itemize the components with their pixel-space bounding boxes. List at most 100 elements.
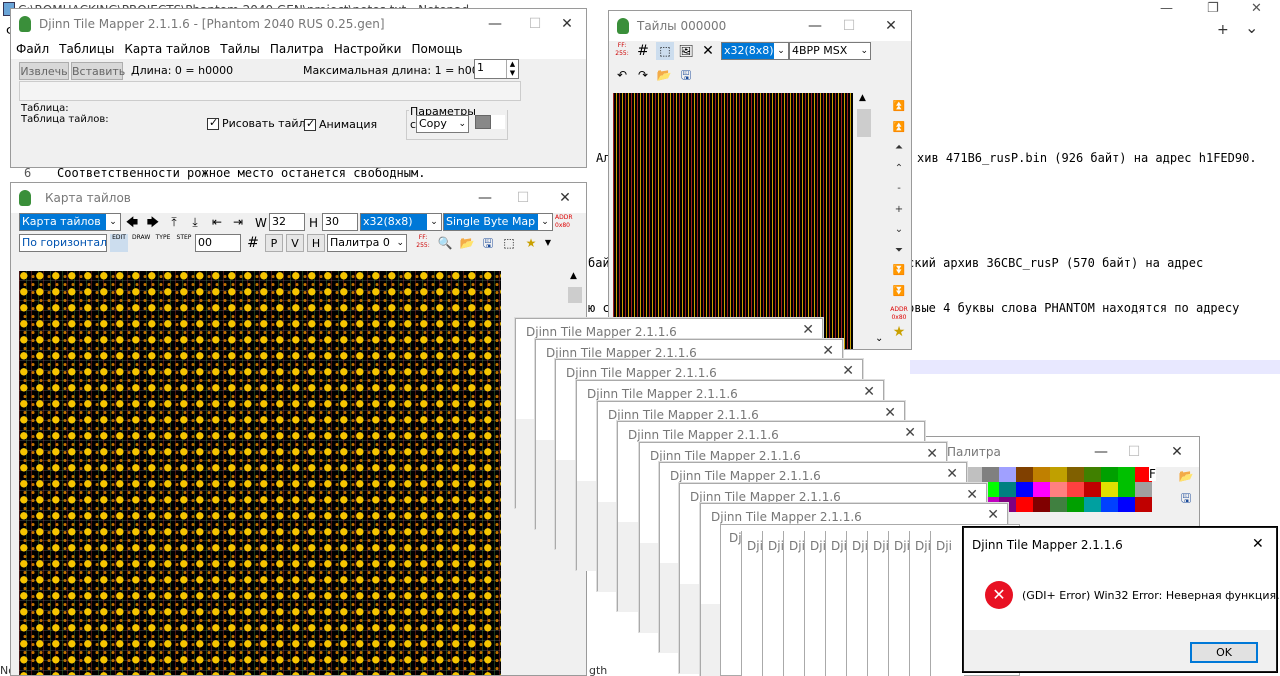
scroll-up-icon[interactable]: ▲ bbox=[570, 271, 577, 281]
draw-icon[interactable]: DRAW bbox=[132, 234, 150, 252]
palette-swatch[interactable] bbox=[1118, 467, 1135, 482]
palette-maximize-icon[interactable]: ☐ bbox=[1120, 442, 1148, 462]
extract-button[interactable]: Извлечь bbox=[19, 62, 69, 80]
nav-bottom-icon[interactable]: ⏬ bbox=[889, 282, 909, 303]
arrow-home-icon[interactable]: ⇤ bbox=[208, 213, 226, 231]
nav-down-fast-icon[interactable]: ⏷ bbox=[889, 241, 909, 262]
tiles-scrollbar[interactable]: ▲ bbox=[855, 93, 873, 349]
tiles-scroll-down-icon[interactable]: ⌄ bbox=[875, 333, 883, 344]
tilemap-maximize-icon[interactable]: ☐ bbox=[509, 188, 537, 208]
palette-swatch[interactable] bbox=[1101, 467, 1118, 482]
draw-tile-checkbox[interactable]: Рисовать тайл bbox=[207, 116, 306, 130]
palette-swatch[interactable] bbox=[1118, 482, 1135, 497]
tilemap-close-icon[interactable]: ✕ bbox=[551, 188, 579, 208]
nav-down-icon[interactable]: ⌄ bbox=[889, 220, 909, 241]
redo-icon[interactable]: ↷ bbox=[634, 66, 652, 84]
nav-pageup-icon[interactable]: ⏫ bbox=[889, 118, 909, 139]
main-minimize-icon[interactable]: — bbox=[481, 14, 509, 34]
menu-settings[interactable]: Настройки bbox=[329, 39, 407, 59]
stacked-close-icon-10[interactable]: ✕ bbox=[987, 507, 999, 523]
palette-swatch[interactable] bbox=[1033, 482, 1050, 497]
tiles-close-icon[interactable]: ✕ bbox=[877, 16, 905, 36]
tiles-ff-icon[interactable]: FF: 255: bbox=[613, 42, 631, 60]
tilemap-source-select[interactable]: Карта тайлов ⌄ bbox=[19, 213, 121, 231]
search-icon[interactable]: 🔍 bbox=[436, 234, 454, 252]
palette-swatch[interactable] bbox=[1016, 497, 1033, 512]
nav-star-icon[interactable]: ★ bbox=[889, 322, 909, 343]
count-spinner[interactable]: 1 ▲ ▼ bbox=[474, 59, 519, 79]
menu-help[interactable]: Помощь bbox=[406, 39, 467, 59]
main-maximize-icon[interactable]: ☐ bbox=[521, 14, 549, 34]
tiles-minimize-icon[interactable]: — bbox=[801, 16, 829, 36]
star-icon[interactable]: ★ bbox=[522, 234, 540, 252]
arrow-up-icon[interactable]: ⤒ bbox=[165, 213, 183, 231]
arrow-left-icon[interactable]: 🡄 bbox=[123, 213, 141, 231]
menu-tiles[interactable]: Тайлы bbox=[215, 39, 265, 59]
selection-icon[interactable]: ⬚ bbox=[500, 234, 518, 252]
h-button[interactable]: H bbox=[307, 234, 325, 252]
palette-swatch[interactable] bbox=[999, 482, 1016, 497]
tiles-format-select[interactable]: 4BPP MSX ⌄ bbox=[789, 42, 871, 60]
nav-top-icon[interactable]: ⏫ bbox=[889, 97, 909, 118]
orientation-select[interactable]: По горизонтали bbox=[19, 234, 107, 252]
nav-up-icon[interactable]: ⌃ bbox=[889, 159, 909, 180]
nav-addr-icon[interactable]: ADDR 0x80 bbox=[889, 302, 909, 322]
nav-minus-icon[interactable]: - bbox=[889, 179, 909, 200]
arrow-down-icon[interactable]: ⤓ bbox=[186, 213, 204, 231]
tiles-maximize-icon[interactable]: ☐ bbox=[835, 16, 863, 36]
palette-swatch[interactable] bbox=[1033, 497, 1050, 512]
open-folder-icon[interactable]: 📂 bbox=[458, 234, 476, 252]
step-field[interactable]: 00 bbox=[195, 234, 241, 252]
main-close-icon[interactable]: ✕ bbox=[553, 14, 581, 34]
width-field[interactable]: 32 bbox=[269, 213, 305, 231]
v-button[interactable]: V bbox=[286, 234, 304, 252]
stacked-close-icon-6[interactable]: ✕ bbox=[904, 425, 916, 441]
tiles-size-select[interactable]: x32(8x8) ⌄ bbox=[721, 42, 789, 60]
step-icon[interactable]: STEP bbox=[175, 234, 193, 252]
arrow-right-icon[interactable]: 🡆 bbox=[144, 213, 162, 231]
palette-swatch[interactable] bbox=[1101, 497, 1118, 512]
type-icon[interactable]: TYPE bbox=[154, 234, 172, 252]
palette-swatch[interactable] bbox=[1084, 482, 1101, 497]
palette-swatch[interactable] bbox=[1118, 497, 1135, 512]
scroll-thumb[interactable] bbox=[568, 287, 582, 303]
save-icon[interactable]: 🖫 bbox=[479, 234, 497, 252]
insert-button[interactable]: Вставить bbox=[71, 62, 125, 80]
addr-icon[interactable]: ADDR 0x80 bbox=[555, 214, 573, 230]
palette-swatch[interactable] bbox=[1067, 467, 1084, 482]
p-button[interactable]: P bbox=[265, 234, 283, 252]
palette-swatch[interactable] bbox=[1135, 482, 1152, 497]
ff-icon[interactable]: FF: 255: bbox=[414, 234, 432, 252]
nav-plus-icon[interactable]: + bbox=[889, 200, 909, 221]
grid-mode-select[interactable]: Copy ⌄ bbox=[416, 115, 469, 133]
palette-swatch[interactable] bbox=[1016, 482, 1033, 497]
tiles-grid-icon[interactable]: # bbox=[634, 42, 652, 60]
palette-swatch[interactable] bbox=[1135, 497, 1152, 512]
menu-tables[interactable]: Таблицы bbox=[54, 39, 119, 59]
stacked-close-icon-7[interactable]: ✕ bbox=[926, 446, 938, 462]
grid-color-swatch[interactable] bbox=[475, 115, 491, 129]
notepad-minimize-icon[interactable]: — bbox=[1160, 1, 1173, 16]
tiles-scroll-thumb[interactable] bbox=[857, 109, 871, 137]
grid-color-swatch-2[interactable] bbox=[491, 115, 505, 129]
palette-swatch[interactable] bbox=[1050, 482, 1067, 497]
arrow-end-icon[interactable]: ⇥ bbox=[229, 213, 247, 231]
palette-minimize-icon[interactable]: — bbox=[1087, 442, 1115, 462]
palette-select[interactable]: Палитра 0 ⌄ bbox=[327, 234, 407, 252]
palette-swatch[interactable] bbox=[1067, 497, 1084, 512]
palette-swatch[interactable] bbox=[999, 467, 1016, 482]
animation-checkbox[interactable]: Анимация bbox=[304, 117, 377, 131]
notepad-plus-icon[interactable]: + bbox=[1217, 22, 1229, 38]
tilemap-minimize-icon[interactable]: — bbox=[471, 188, 499, 208]
nav-pagedown-icon[interactable]: ⏬ bbox=[889, 261, 909, 282]
stacked-close-icon-1[interactable]: ✕ bbox=[802, 322, 814, 338]
palette-swatch[interactable] bbox=[1033, 467, 1050, 482]
nav-up-fast-icon[interactable]: ⏶ bbox=[889, 138, 909, 159]
notepad-restore-icon[interactable]: ❐ bbox=[1207, 1, 1219, 16]
stacked-close-icon-2[interactable]: ✕ bbox=[822, 343, 834, 359]
tiles-save-icon[interactable]: 🖫 bbox=[677, 66, 695, 84]
palette-swatch[interactable] bbox=[1084, 497, 1101, 512]
map-type-select[interactable]: Single Byte Map ⌄ bbox=[443, 213, 553, 231]
palette-swatch[interactable] bbox=[1050, 497, 1067, 512]
palette-save-icon[interactable]: 🖫 bbox=[1177, 489, 1195, 507]
